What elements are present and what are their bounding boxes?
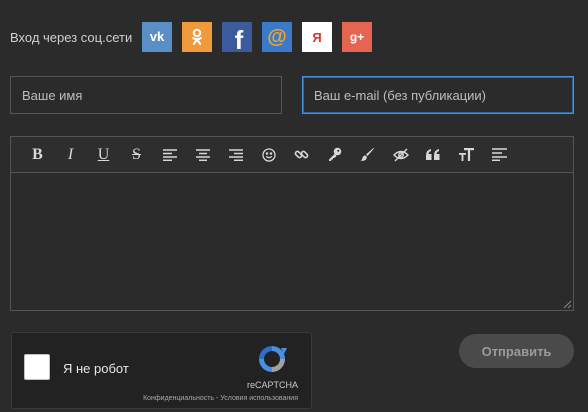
- list-button[interactable]: [483, 141, 516, 169]
- svg-text:vk: vk: [150, 30, 165, 44]
- bold-button[interactable]: B: [21, 141, 54, 169]
- italic-icon: I: [67, 145, 74, 163]
- submit-button[interactable]: Отправить: [459, 334, 574, 368]
- facebook-icon: f: [235, 25, 244, 50]
- social-login-label: Вход через соц.сети: [10, 29, 133, 45]
- svg-text:g+: g+: [350, 30, 364, 44]
- odnoklassniki-login-button[interactable]: [182, 22, 213, 52]
- vk-login-button[interactable]: vk: [142, 22, 173, 52]
- key-icon: [329, 147, 342, 161]
- list-icon: [492, 148, 507, 161]
- quote-icon: [426, 148, 440, 160]
- underline-icon: U: [97, 145, 110, 163]
- recaptcha-privacy-terms-links[interactable]: Конфиденциальность - Условия использован…: [143, 395, 298, 402]
- text-size-button[interactable]: [450, 141, 483, 169]
- brush-button[interactable]: [351, 141, 384, 169]
- svg-text:f: f: [235, 25, 244, 50]
- link-icon: [294, 150, 309, 159]
- google-plus-icon: g+: [350, 30, 364, 44]
- mail-ru-icon: @: [267, 26, 287, 48]
- editor-toolbar: B I U S: [11, 137, 573, 173]
- emoji-icon: [261, 147, 276, 162]
- odnoklassniki-icon: [192, 28, 203, 45]
- vk-icon: vk: [150, 30, 165, 44]
- recaptcha-widget: Я не робот reCAPTCHA Конфиденциальность …: [11, 332, 312, 409]
- svg-text:Я: Я: [313, 30, 322, 45]
- comment-textarea[interactable]: [11, 173, 573, 310]
- recaptcha-checkbox[interactable]: [24, 354, 50, 380]
- align-right-icon: [228, 148, 243, 161]
- yandex-icon: Я: [313, 30, 322, 45]
- recaptcha-label: Я не робот: [63, 361, 129, 376]
- yandex-login-button[interactable]: Я: [302, 22, 333, 52]
- svg-text:@: @: [267, 26, 287, 48]
- italic-button[interactable]: I: [54, 141, 87, 169]
- comment-editor: B I U S: [10, 136, 574, 311]
- email-input[interactable]: [302, 76, 574, 114]
- emoji-button[interactable]: [252, 141, 285, 169]
- facebook-login-button[interactable]: f: [222, 22, 253, 52]
- brush-icon: [360, 148, 374, 161]
- align-center-button[interactable]: [186, 141, 219, 169]
- quote-button[interactable]: [417, 141, 450, 169]
- recaptcha-brand: reCAPTCHA: [246, 380, 298, 390]
- underline-button[interactable]: U: [87, 141, 120, 169]
- align-right-button[interactable]: [219, 141, 252, 169]
- google-plus-login-button[interactable]: g+: [342, 22, 373, 52]
- strikethrough-button[interactable]: S: [120, 141, 153, 169]
- align-left-icon: [162, 148, 177, 161]
- bold-icon: B: [32, 145, 43, 163]
- align-center-icon: [195, 148, 210, 161]
- link-button[interactable]: [285, 141, 318, 169]
- strikethrough-icon: S: [132, 145, 141, 163]
- text-size-icon: [459, 148, 474, 161]
- align-left-button[interactable]: [153, 141, 186, 169]
- eye-slash-icon: [392, 148, 409, 161]
- key-button[interactable]: [318, 141, 351, 169]
- name-input[interactable]: [10, 76, 282, 114]
- resize-grip-icon[interactable]: [562, 299, 572, 309]
- mail-ru-login-button[interactable]: @: [262, 22, 293, 52]
- hide-button[interactable]: [384, 141, 417, 169]
- recaptcha-logo-icon: [259, 346, 287, 372]
- social-login-row: Вход через соц.сети vk f @ Я g+: [10, 22, 382, 52]
